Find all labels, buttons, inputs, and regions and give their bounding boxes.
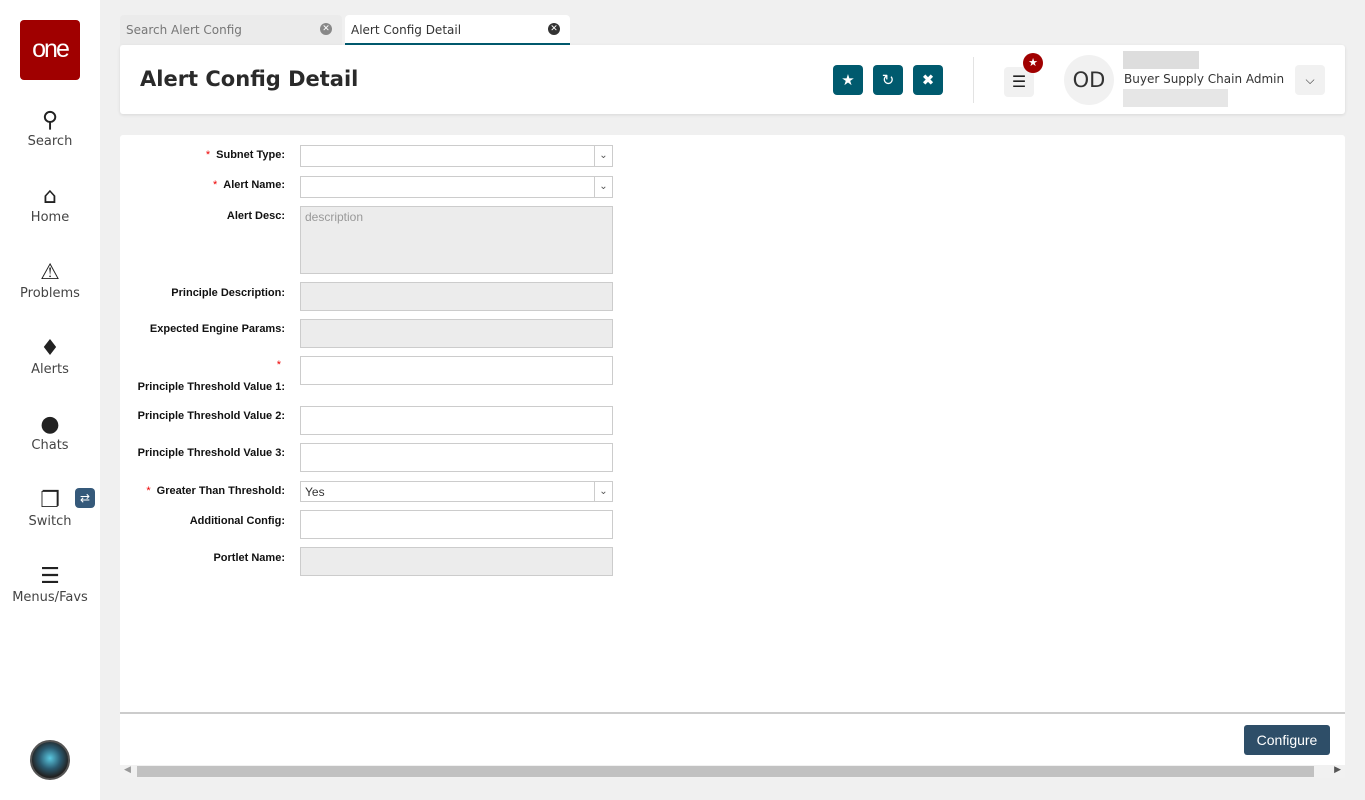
chat-icon: ● [40, 412, 60, 437]
ptv1-label: Principle Threshold Value 1: [137, 381, 285, 393]
sidebar-item-label: Menus/Favs [12, 590, 88, 605]
principle-description-field[interactable] [300, 282, 613, 311]
user-menu-dropdown[interactable]: ⌵ [1295, 65, 1325, 95]
label-text: Subnet Type: [216, 149, 285, 161]
ptv2-input[interactable] [300, 406, 613, 435]
avatar[interactable]: OD [1064, 55, 1114, 105]
select-value: Yes [305, 485, 325, 499]
required-mark: * [277, 359, 285, 371]
page-title: Alert Config Detail [140, 67, 359, 91]
app-logo[interactable]: one [20, 20, 80, 80]
sidebar-item-home[interactable]: ⌂ Home [0, 184, 100, 225]
subnet-type-label: * Subnet Type: [206, 149, 285, 161]
greater-than-threshold-label: * Greater Than Threshold: [146, 485, 285, 497]
portlet-name-label: Portlet Name: [213, 552, 285, 564]
star-badge-icon: ★ [1023, 53, 1043, 73]
star-icon: ★ [841, 71, 855, 89]
scrollbar-thumb[interactable] [137, 766, 1314, 777]
tab-label: Search Alert Config [126, 23, 242, 37]
ptv1-input[interactable] [300, 356, 613, 385]
configure-button[interactable]: Configure [1244, 725, 1330, 755]
divider [973, 57, 974, 103]
label-text: Greater Than Threshold: [156, 485, 285, 497]
chevron-down-icon: ⌄ [594, 482, 612, 501]
principle-description-label: Principle Description: [171, 287, 285, 299]
sidebar-item-alerts[interactable]: ♦ Alerts [0, 336, 100, 377]
portlet-name-field[interactable] [300, 547, 613, 576]
close-tab-icon[interactable]: ✕ [548, 23, 560, 35]
favorite-button[interactable]: ★ [833, 65, 863, 95]
sidebar-item-label: Home [30, 210, 70, 225]
alert-name-label: * Alert Name: [213, 179, 285, 191]
expected-engine-params-label: Expected Engine Params: [149, 323, 285, 335]
chevron-down-icon: ⌄ [594, 146, 612, 166]
switch-arrows-icon[interactable]: ⇄ [75, 488, 95, 508]
menu-icon: ☰ [1011, 72, 1027, 91]
warning-icon: ⚠ [40, 260, 60, 285]
alert-desc-textarea[interactable]: description [300, 206, 613, 274]
required-mark: * [146, 485, 151, 497]
subnet-type-select[interactable]: ⌄ [300, 145, 613, 167]
home-icon: ⌂ [43, 184, 57, 209]
tab-alert-config-detail[interactable]: Alert Config Detail ✕ [345, 15, 570, 45]
user-role: Buyer Supply Chain Admin [1124, 72, 1285, 86]
tab-label: Alert Config Detail [351, 23, 462, 37]
label-text: Alert Name: [223, 179, 285, 191]
bell-icon: ♦ [40, 336, 60, 361]
page-header: Alert Config Detail ★ ↻ ✖ ☰ ★ OD Buyer S… [120, 45, 1345, 114]
user-name-redacted [1123, 51, 1199, 69]
close-tab-icon[interactable]: ✕ [320, 23, 332, 35]
form-panel: * Subnet Type: ⌄ * Alert Name: ⌄ Alert Des… [120, 135, 1345, 712]
footer-bar: Configure [120, 712, 1345, 765]
ptv3-input[interactable] [300, 443, 613, 472]
sidebar-item-label: Search [27, 134, 73, 149]
assistant-avatar-icon[interactable] [30, 740, 70, 780]
chevron-down-icon: ⌄ [594, 177, 612, 197]
sidebar-item-problems[interactable]: ⚠ Problems [0, 260, 100, 301]
horizontal-scrollbar[interactable]: ◀ ▶ [120, 765, 1345, 778]
scroll-right-icon[interactable]: ▶ [1334, 765, 1341, 775]
sidebar: one ⚲ Search ⌂ Home ⚠ Problems ♦ Alerts ● Cha… [0, 0, 100, 800]
search-icon: ⚲ [41, 108, 59, 133]
ptv3-label: Principle Threshold Value 3: [137, 447, 285, 459]
ptv2-label: Principle Threshold Value 2: [137, 410, 285, 422]
refresh-icon: ↻ [881, 71, 895, 89]
additional-config-input[interactable] [300, 510, 613, 539]
tab-search-alert-config[interactable]: Search Alert Config ✕ [120, 15, 342, 45]
sidebar-item-chats[interactable]: ● Chats [0, 412, 100, 453]
sidebar-item-search[interactable]: ⚲ Search [0, 108, 100, 149]
close-button[interactable]: ✖ [913, 65, 943, 95]
scroll-left-icon[interactable]: ◀ [124, 765, 131, 775]
additional-config-label: Additional Config: [189, 515, 285, 527]
required-mark: * [276, 359, 281, 371]
menu-icon: ☰ [40, 564, 60, 589]
sidebar-item-label: Switch [28, 514, 72, 529]
required-mark: * [212, 179, 218, 191]
alert-desc-label: Alert Desc: [226, 210, 285, 222]
close-icon: ✖ [921, 71, 935, 89]
greater-than-threshold-select[interactable]: Yes ⌄ [300, 481, 613, 502]
expected-engine-params-field[interactable] [300, 319, 613, 348]
alert-name-select[interactable]: ⌄ [300, 176, 613, 198]
sidebar-item-menus-favs[interactable]: ☰ Menus/Favs [0, 564, 100, 605]
required-mark: * [205, 149, 211, 161]
user-org-redacted [1123, 89, 1228, 107]
sidebar-item-label: Alerts [31, 362, 69, 377]
sidebar-item-label: Problems [20, 286, 80, 301]
refresh-button[interactable]: ↻ [873, 65, 903, 95]
chevron-down-icon: ⌵ [1305, 73, 1315, 87]
sidebar-item-label: Chats [31, 438, 69, 453]
